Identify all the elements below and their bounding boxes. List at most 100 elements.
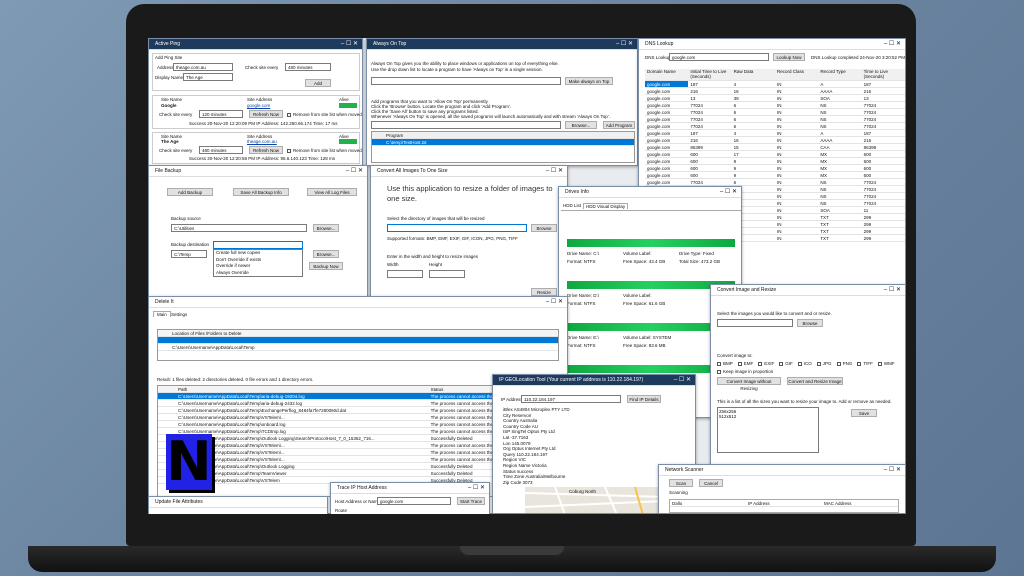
add-program-button[interactable]: Add Program [603,121,635,129]
save-backup-info-button[interactable]: Save All Backup Info [233,188,289,196]
window-controls[interactable]: – ☐ ✕ [884,466,901,473]
dns-row[interactable]: google.com 600 9 IN MX 600 [645,172,905,179]
format-checkbox[interactable] [816,361,821,366]
column-header[interactable]: IP Address [746,500,822,506]
save-button[interactable]: Save [851,409,877,417]
format-option[interactable]: WMF [877,361,895,366]
refresh-now-button[interactable]: Refresh Now [249,110,283,118]
interval-select[interactable]: 120 minutes [199,110,243,118]
dns-row[interactable]: google.com 216 16 IN AAAA 216 [645,137,905,144]
ip-input[interactable]: 110.22.184.197 [521,395,621,403]
format-option[interactable]: EMF [737,361,753,366]
map-view[interactable]: Coburg North [524,486,666,513]
check-every-select[interactable]: 480 minutes [285,63,331,71]
format-option[interactable]: ICO [797,361,812,366]
tab-main[interactable]: Main [153,311,171,317]
window-controls[interactable]: – ☐ ✕ [468,484,485,491]
column-header[interactable]: Domain Name [645,69,688,80]
format-checkbox[interactable] [758,361,763,366]
dns-row[interactable]: google.com 77024 6 IN NS 77024 [645,102,905,109]
format-checkbox[interactable] [797,361,802,366]
dns-row[interactable]: google.com 216 16 IN AAAA 216 [645,88,905,95]
column-header[interactable]: Program [372,132,634,138]
cancel-button[interactable]: Cancel [699,479,723,487]
dns-row[interactable]: google.com 77024 6 IN NS 77024 [645,109,905,116]
dns-row[interactable]: google.com 600 9 IN MX 600 [645,158,905,165]
site-address-link[interactable]: google.com [247,103,270,108]
window-controls[interactable]: – ☐ ✕ [546,167,563,174]
backup-destination-input[interactable]: C:\Temp [171,250,207,258]
format-option[interactable]: TIFF [857,361,873,366]
format-checkbox[interactable] [877,361,882,366]
browse-source-button[interactable]: Browse... [313,224,339,232]
add-button[interactable]: Add [305,79,331,87]
height-input[interactable] [429,270,465,278]
browse-button[interactable]: Browse [531,224,557,232]
dns-row[interactable]: google.com 600 17 IN MX 600 [645,151,905,158]
browse-button[interactable]: Browse... [565,121,597,129]
find-ip-details-button[interactable]: Find IP Details [627,395,661,403]
resize-button[interactable]: Resize [531,288,557,296]
browse-destination-button[interactable]: Browse... [313,250,339,258]
dns-row[interactable]: google.com 13 39 IN SOA 13 [645,95,905,102]
dns-row[interactable]: google.com 86399 15 IN CAA 86399 [645,144,905,151]
browse-button[interactable]: Browse [797,319,823,327]
backup-mode-select[interactable] [213,241,303,249]
remove-checkbox[interactable] [287,112,291,117]
site-address-link[interactable]: theage.com.au [247,139,277,144]
make-on-top-button[interactable]: Make always on Top [565,77,613,85]
interval-select[interactable]: 480 minutes [199,146,243,154]
window-controls[interactable]: – ☐ ✕ [346,167,363,174]
format-option[interactable]: EXIF [758,361,774,366]
format-option[interactable]: PNG [836,361,852,366]
width-input[interactable] [387,270,423,278]
size-item[interactable]: 512x512 [719,414,817,419]
convert-and-resize-button[interactable]: Convert and Resize Image [787,377,843,385]
window-controls[interactable]: – ☐ ✕ [616,40,633,47]
program-path-input[interactable] [371,121,561,129]
format-checkbox[interactable] [779,361,784,366]
view-log-files-button[interactable]: View All Log Files [307,188,357,196]
window-controls[interactable]: – ☐ ✕ [884,286,901,293]
tab-hdd-visual[interactable]: HDD Visual Display [583,203,629,209]
column-header[interactable]: Time to Live (Seconds) [862,69,905,80]
window-controls[interactable]: – ☐ ✕ [720,188,737,195]
column-header[interactable]: Location of Files /Folders to Delete [158,330,558,336]
format-checkbox[interactable] [857,361,862,366]
backup-source-input[interactable]: C:\Utilities [171,224,307,232]
column-header[interactable]: Record Type [818,69,861,80]
remove-checkbox[interactable] [287,148,291,153]
scan-button[interactable]: Scan [669,479,693,487]
window-controls[interactable]: – ☐ ✕ [341,40,358,47]
keep-proportion-checkbox[interactable] [717,369,721,374]
dns-row[interactable]: google.com 77024 6 IN NS 77024 [645,179,905,186]
backup-now-button[interactable]: Backup Now [309,262,343,270]
dns-row[interactable]: google.com 77024 6 IN NS 77024 [645,116,905,123]
program-row[interactable]: C:\temp\TestHost.txt [372,139,634,146]
column-header[interactable]: Initial Time to Live (Seconds) [688,69,731,80]
window-controls[interactable]: – ☐ ✕ [884,40,901,47]
window-controls[interactable]: – ☐ ✕ [546,298,563,305]
dropdown-option[interactable]: Always Override [214,270,302,277]
column-header[interactable]: Path [158,386,429,392]
dns-lookup-input[interactable]: google.com [669,53,769,61]
refresh-now-button[interactable]: Refresh Now [249,146,283,154]
format-checkbox[interactable] [836,361,841,366]
column-header[interactable]: Record Class [775,69,818,80]
dns-row[interactable]: google.com 187 4 IN A 187 [645,81,905,88]
tab-hdd-list[interactable]: HDD List [563,203,581,208]
convert-without-resize-button[interactable]: Convert Image without Resizing [717,377,781,391]
dns-row[interactable]: google.com 77024 6 IN NS 77024 [645,123,905,130]
column-header[interactable]: Dallo [670,500,746,506]
start-trace-button[interactable]: Start Trace [457,497,485,505]
size-list[interactable]: 256x256 512x512 [717,407,819,453]
add-backup-button[interactable]: Add Backup [167,188,213,196]
location-row[interactable]: C:\Users\Username\AppData\Local\Temp [158,344,558,351]
column-header[interactable]: Raw Data [732,69,775,80]
format-option[interactable]: JPG [816,361,832,366]
host-input[interactable]: google.com [377,497,451,505]
format-option[interactable]: BMP [717,361,733,366]
format-checkbox[interactable] [717,361,721,366]
dns-row[interactable]: google.com 187 4 IN A 187 [645,130,905,137]
program-dropdown[interactable] [371,77,561,85]
